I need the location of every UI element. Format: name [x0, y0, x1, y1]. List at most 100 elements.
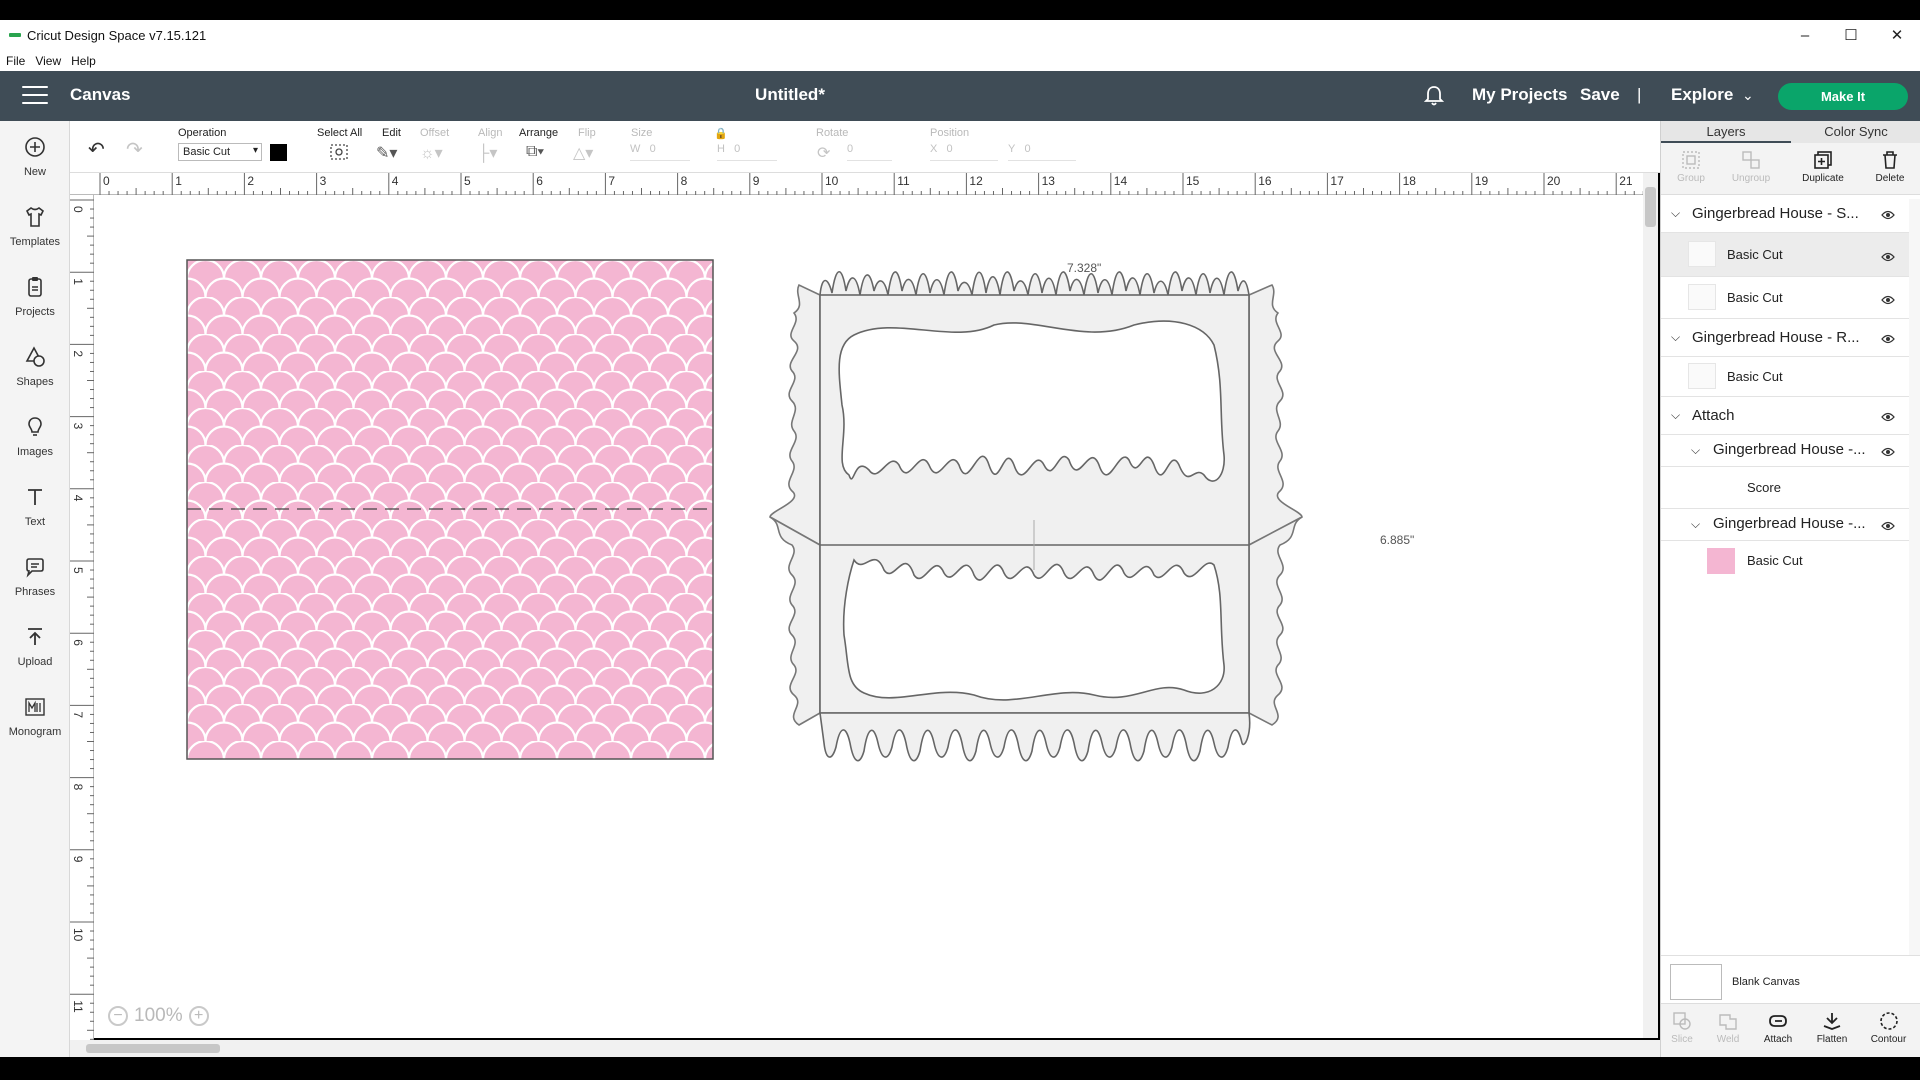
lock-icon[interactable]: 🔒	[714, 127, 728, 140]
size-label: Size	[631, 127, 653, 139]
rotate-icon[interactable]: ⟳	[817, 143, 830, 163]
visibility-eye-icon[interactable]	[1881, 292, 1895, 310]
sidebar-item-phrases[interactable]: Phrases	[0, 555, 70, 600]
arrange-icon[interactable]: ⧉▾	[526, 143, 544, 161]
chevron-down-icon[interactable]: ⌵	[1691, 443, 1700, 458]
select-all-icon[interactable]	[329, 143, 349, 166]
sidebar-item-text[interactable]: Text	[0, 485, 70, 530]
operation-select[interactable]: Basic Cut	[178, 143, 262, 161]
offset-icon[interactable]: ☼▾	[420, 143, 443, 163]
screen-bottom-bar	[0, 1057, 1920, 1080]
layer-subgroup[interactable]: ⌵ Gingerbread House -...	[1661, 509, 1909, 541]
duplicate-icon	[1814, 151, 1832, 169]
sidebar-item-shapes[interactable]: Shapes	[0, 345, 70, 390]
save-button[interactable]: Save	[1580, 85, 1620, 105]
position-y-field[interactable]: Y 0	[1008, 143, 1076, 161]
menu-help[interactable]: Help	[71, 54, 96, 68]
menu-view[interactable]: View	[35, 54, 61, 68]
layer-group[interactable]: ⌵ Gingerbread House - S...	[1661, 195, 1909, 233]
tab-color-sync[interactable]: Color Sync	[1791, 121, 1920, 143]
contour-button[interactable]: Contour	[1861, 1010, 1916, 1045]
sidebar-item-images[interactable]: Images	[0, 415, 70, 460]
ruler-tick-label: 6	[71, 639, 85, 646]
layer-subgroup[interactable]: ⌵ Gingerbread House -...	[1661, 435, 1909, 467]
blank-canvas-label: Blank Canvas	[1732, 976, 1800, 988]
layer-group[interactable]: ⌵ Attach	[1661, 397, 1909, 435]
close-window-button[interactable]: ✕	[1874, 20, 1920, 50]
layer-group[interactable]: ⌵ Gingerbread House - R...	[1661, 319, 1909, 357]
sidebar-item-upload[interactable]: Upload	[0, 625, 70, 670]
chevron-down-icon[interactable]: ⌵	[1671, 330, 1680, 345]
weld-button[interactable]: Weld	[1707, 1010, 1749, 1045]
chevron-down-icon[interactable]: ⌵	[1671, 206, 1680, 221]
explore-menu[interactable]: Explore	[1671, 85, 1733, 105]
layers-scrollbar[interactable]	[1909, 199, 1920, 955]
menu-file[interactable]: File	[6, 54, 25, 68]
blank-canvas-row[interactable]: Blank Canvas	[1661, 955, 1920, 1003]
slice-button[interactable]: Slice	[1661, 1010, 1703, 1045]
zoom-out-button[interactable]: −	[108, 1006, 128, 1026]
position-x-field[interactable]: X 0	[930, 143, 998, 161]
my-projects-link[interactable]: My Projects	[1472, 85, 1567, 105]
window-title: Cricut Design Space v7.15.121	[27, 27, 207, 43]
zoom-in-button[interactable]: +	[188, 1006, 209, 1026]
attach-button[interactable]: Attach	[1753, 1010, 1803, 1045]
visibility-eye-icon[interactable]	[1881, 249, 1895, 267]
ungroup-button[interactable]: Ungroup	[1721, 149, 1781, 184]
gingerbread-house-roof-design[interactable]	[769, 270, 1303, 762]
group-button[interactable]: Group	[1661, 149, 1721, 184]
visibility-eye-icon[interactable]	[1881, 331, 1895, 349]
minimize-button[interactable]: –	[1782, 20, 1828, 50]
layer-item[interactable]: Score	[1661, 467, 1909, 509]
height-dimension-label: 6.885"	[1380, 533, 1414, 547]
design-canvas[interactable]: 7.328" 6.885"	[94, 195, 1644, 1038]
chevron-down-icon[interactable]: ⌵	[1671, 408, 1680, 423]
blank-canvas-swatch[interactable]	[1670, 964, 1722, 1000]
y-prefix: Y	[1008, 143, 1016, 155]
align-icon[interactable]: ├▾	[478, 143, 497, 163]
flatten-button[interactable]: Flatten	[1807, 1010, 1857, 1045]
scale-pattern-design[interactable]	[186, 259, 714, 760]
chevron-down-icon[interactable]: ⌵	[1691, 517, 1700, 532]
delete-button[interactable]: Delete	[1860, 149, 1920, 184]
layer-item[interactable]: Basic Cut	[1661, 357, 1909, 397]
redo-icon[interactable]: ↷	[126, 137, 143, 162]
width-field[interactable]: W 0	[630, 143, 690, 161]
rotate-field[interactable]: 0	[847, 143, 892, 161]
sidebar-item-new[interactable]: New	[0, 135, 70, 180]
sidebar-item-templates[interactable]: Templates	[0, 205, 70, 250]
layer-item-name: Basic Cut	[1727, 369, 1783, 384]
visibility-eye-icon[interactable]	[1881, 518, 1895, 536]
bulb-icon	[28, 417, 42, 436]
undo-icon[interactable]: ↶	[88, 137, 105, 162]
flip-icon[interactable]: △▾	[573, 143, 593, 163]
maximize-button[interactable]: ☐	[1828, 20, 1874, 50]
zoom-level: 100%	[134, 1005, 183, 1026]
select-all-label: Select All	[317, 127, 363, 139]
layer-item[interactable]: Basic Cut	[1661, 233, 1909, 277]
canvas-vertical-scrollbar[interactable]	[1643, 173, 1658, 1038]
menu-bar: File View Help	[0, 50, 1920, 71]
document-title[interactable]: Untitled*	[0, 85, 1580, 105]
ruler-tick-label: 15	[1186, 174, 1200, 188]
edit-pencil-icon[interactable]: ✎▾	[376, 143, 397, 163]
height-field[interactable]: H 0	[717, 143, 777, 161]
canvas-horizontal-scrollbar[interactable]	[70, 1040, 1660, 1057]
sidebar-item-projects[interactable]: Projects	[0, 275, 70, 320]
layer-item[interactable]: Basic Cut	[1661, 541, 1909, 581]
visibility-eye-icon[interactable]	[1881, 444, 1895, 462]
visibility-eye-icon[interactable]	[1881, 409, 1895, 427]
visibility-eye-icon[interactable]	[1881, 207, 1895, 225]
make-it-button[interactable]: Make It	[1778, 83, 1908, 110]
notifications-bell-icon[interactable]	[1423, 85, 1445, 112]
sidebar-item-monogram[interactable]: Monogram	[0, 695, 70, 740]
flip-label: Flip	[578, 127, 596, 139]
ruler-tick-label: 17	[1330, 174, 1344, 188]
operation-color-swatch[interactable]	[270, 144, 287, 161]
layer-tools-bar: Slice Weld Attach Flatten Contour	[1661, 1003, 1920, 1057]
tab-layers[interactable]: Layers	[1661, 121, 1791, 143]
header-separator: |	[1637, 85, 1642, 104]
duplicate-button[interactable]: Duplicate	[1793, 149, 1853, 184]
chevron-down-icon[interactable]: ⌄	[1742, 87, 1754, 104]
layer-item[interactable]: Basic Cut	[1661, 277, 1909, 319]
